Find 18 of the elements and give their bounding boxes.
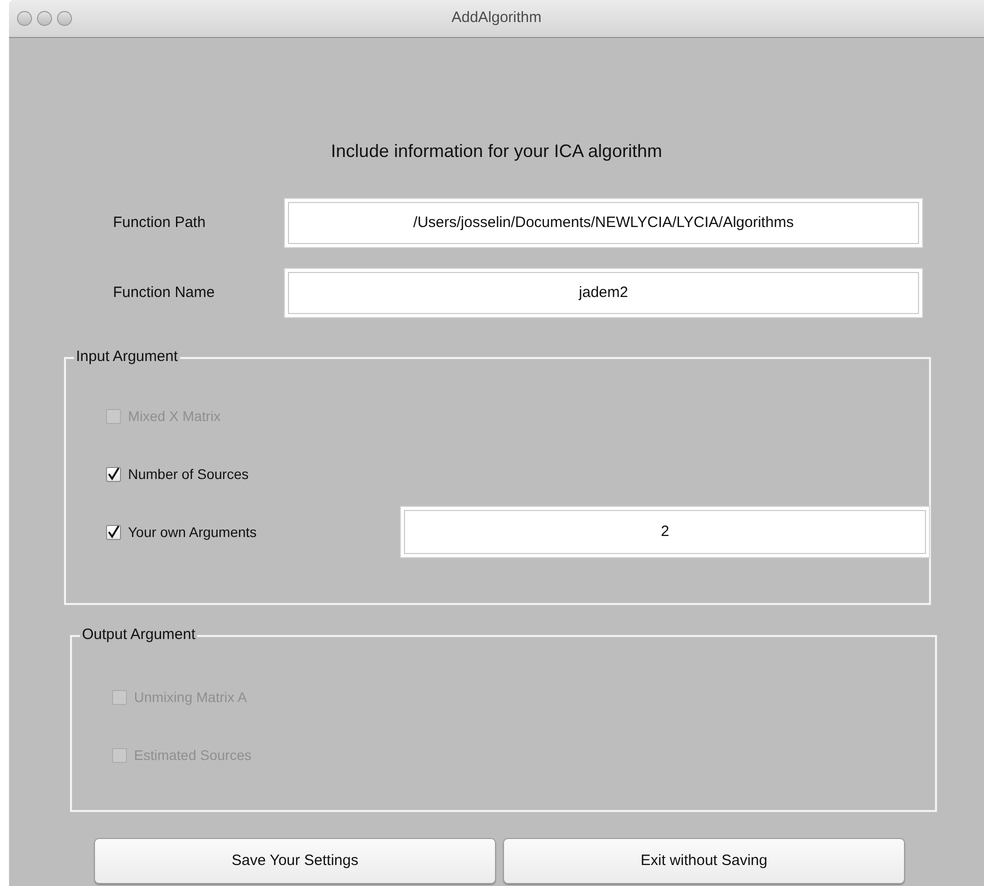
minimize-button[interactable] (37, 11, 52, 26)
heading: Include information for your ICA algorithm (330, 141, 662, 161)
group-title: Output Argument (80, 626, 198, 644)
zoom-button[interactable] (57, 11, 72, 26)
action-button[interactable]: Save Your Settings (94, 838, 496, 884)
field-label: Function Path (113, 214, 206, 231)
text-field[interactable]: /Users/josselin/Documents/NEWLYCIA/LYCIA/Algorithms (285, 199, 922, 247)
window-title: AddAlgorithm (451, 9, 542, 26)
field-label: Function Name (113, 284, 215, 301)
action-button[interactable]: Exit without Saving (503, 838, 905, 884)
text-field[interactable]: 2 (401, 507, 929, 557)
group-title: Input Argument (74, 348, 180, 366)
checkbox-label: Your own Arguments (128, 522, 258, 542)
checkbox[interactable] (106, 524, 121, 540)
checkbox[interactable] (106, 466, 121, 482)
checkbox-label: Number of Sources (128, 464, 250, 484)
text-field[interactable]: jadem2 (285, 269, 922, 317)
close-button[interactable] (17, 11, 32, 26)
